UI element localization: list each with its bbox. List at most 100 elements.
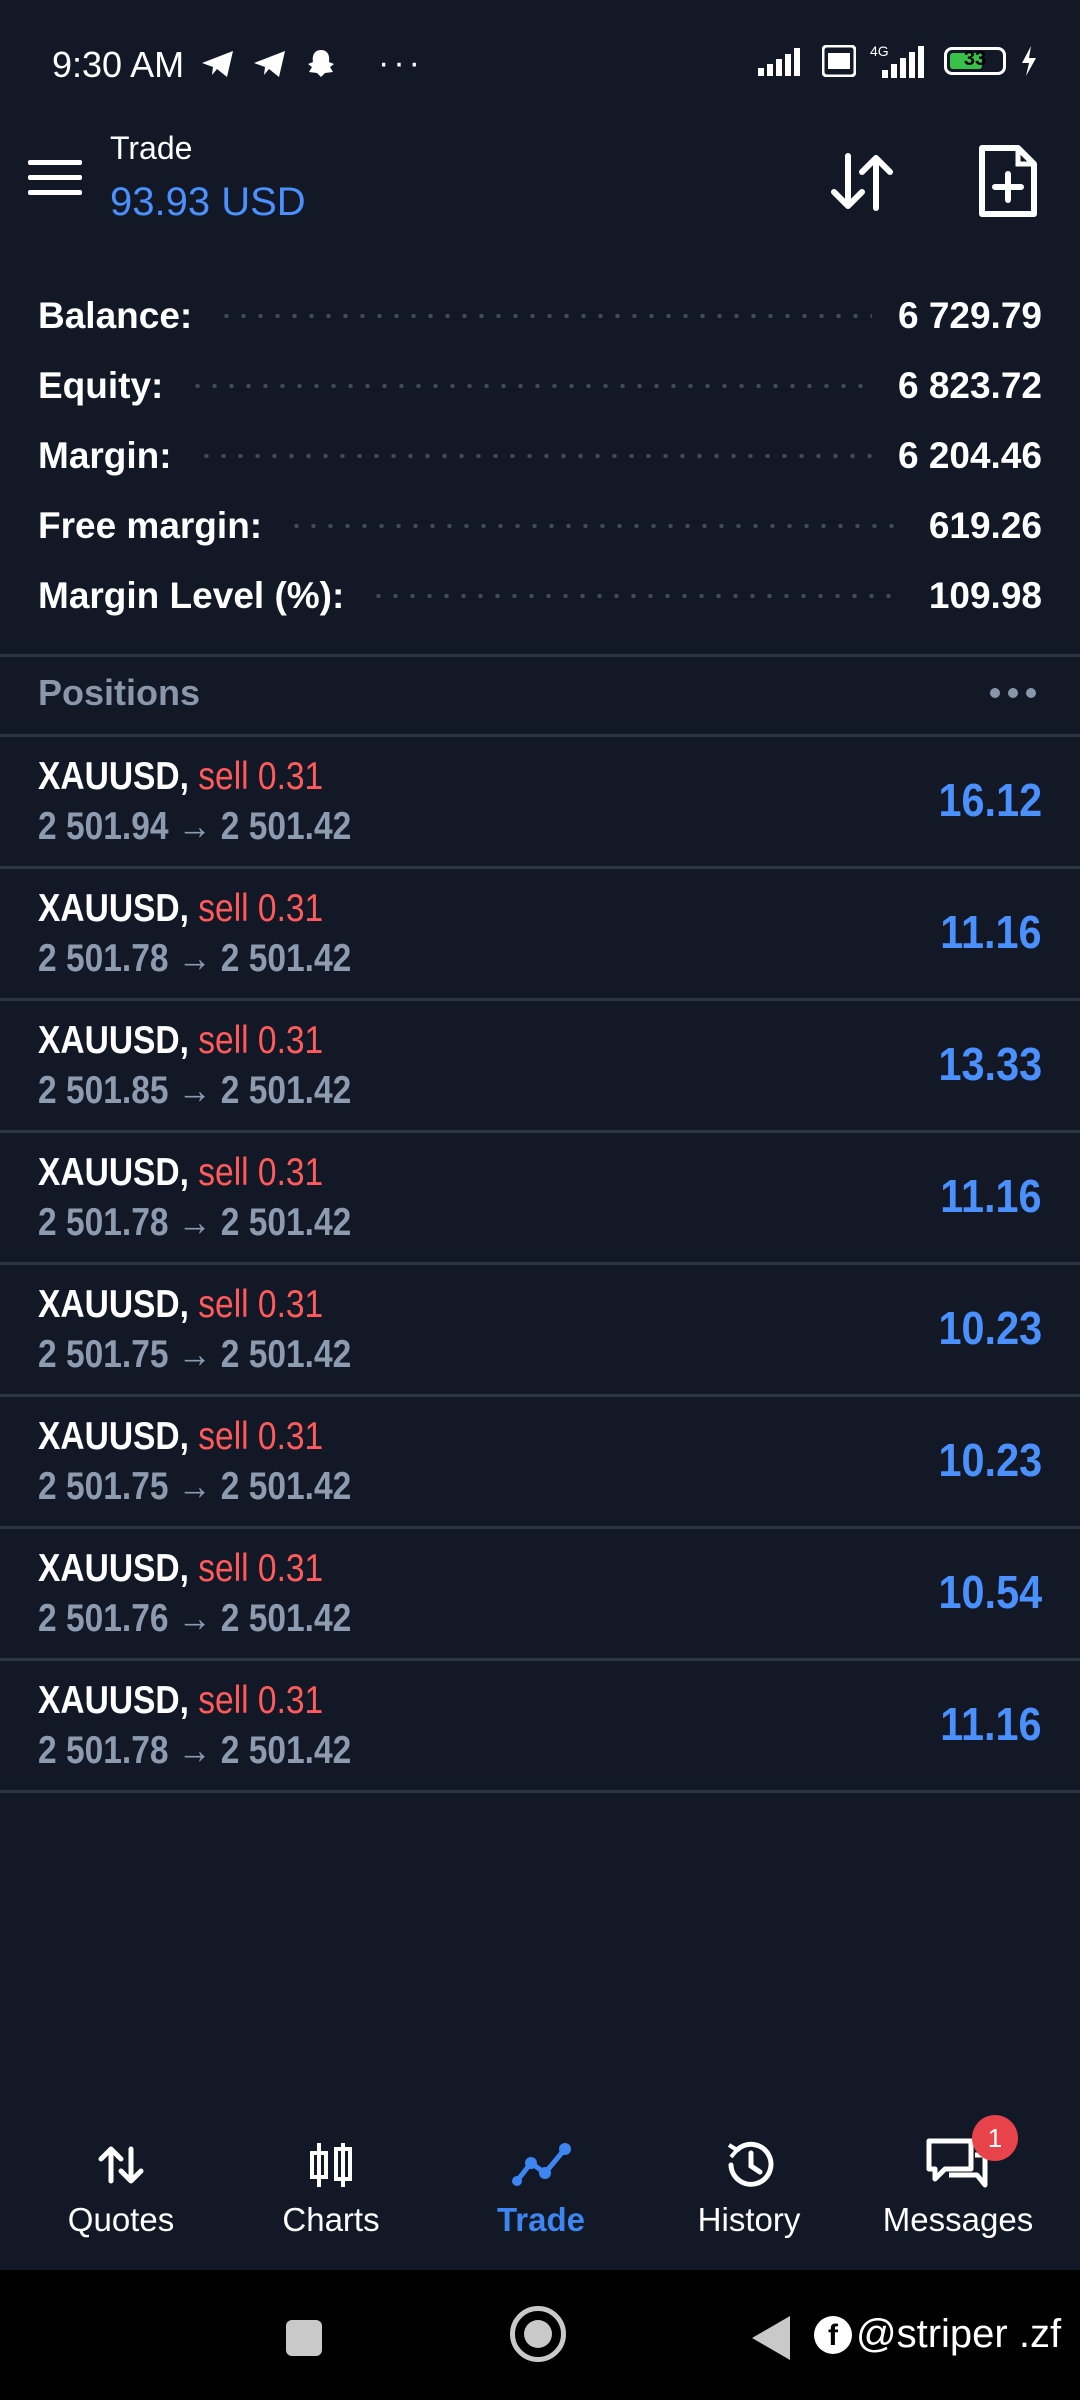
position-row[interactable]: XAUUSD, sell 0.31 2 501.78 → 2 501.42 11…: [0, 1661, 1080, 1793]
candlestick-icon: [310, 2143, 352, 2187]
position-symbol: XAUUSD, sell 0.31: [38, 1019, 323, 1063]
position-profit: 11.16: [940, 1170, 1042, 1222]
position-side: sell 0.31: [198, 1415, 324, 1458]
position-row[interactable]: XAUUSD, sell 0.31 2 501.85 → 2 501.42 13…: [0, 1001, 1080, 1133]
nav-label: Messages: [882, 2201, 1034, 2238]
new-document-icon: [979, 145, 1037, 217]
messages-badge: 1: [972, 2115, 1018, 2161]
position-prices: 2 501.76 → 2 501.42: [38, 1597, 352, 1640]
divider: [0, 654, 1080, 657]
position-profit: 10.23: [938, 1434, 1042, 1486]
position-row[interactable]: XAUUSD, sell 0.31 2 501.78 → 2 501.42 11…: [0, 869, 1080, 1001]
back-icon[interactable]: [752, 2316, 790, 2360]
nav-quotes[interactable]: Quotes: [21, 2135, 221, 2265]
new-order-button[interactable]: [972, 142, 1044, 222]
position-symbol: XAUUSD, sell 0.31: [38, 1415, 323, 1459]
position-prices: 2 501.94 → 2 501.42: [38, 805, 352, 848]
nav-messages[interactable]: Messages: [858, 2135, 1058, 2265]
battery-level: 33: [963, 48, 987, 70]
position-symbol: XAUUSD, sell 0.31: [38, 1283, 323, 1327]
nav-history[interactable]: History: [649, 2135, 849, 2265]
nav-trade[interactable]: Trade: [441, 2135, 641, 2265]
position-symbol: XAUUSD, sell 0.31: [38, 887, 323, 931]
position-profit: 10.54: [938, 1566, 1042, 1618]
position-row[interactable]: XAUUSD, sell 0.31 2 501.75 → 2 501.42 10…: [0, 1265, 1080, 1397]
equity-label: Equity:: [38, 365, 164, 406]
position-prices: 2 501.85 → 2 501.42: [38, 1069, 352, 1112]
position-prices: 2 501.75 → 2 501.42: [38, 1333, 352, 1376]
nav-label: History: [697, 2201, 801, 2238]
positions-more-button[interactable]: [990, 678, 1040, 708]
home-icon-inner: [524, 2320, 552, 2348]
equity-row: Equity: 6 823.72: [38, 356, 1042, 416]
balance-row: Balance: 6 729.79: [38, 286, 1042, 346]
position-profit: 13.33: [938, 1038, 1042, 1090]
position-row[interactable]: XAUUSD, sell 0.31 2 501.76 → 2 501.42 10…: [0, 1529, 1080, 1661]
dot-leader: [189, 384, 872, 388]
symbol-text: XAUUSD,: [38, 887, 189, 930]
free-margin-row: Free margin: 619.26: [38, 496, 1042, 556]
recents-icon[interactable]: [286, 2320, 322, 2356]
dot-leader: [288, 524, 903, 528]
margin-label: Margin:: [38, 435, 172, 476]
trend-icon: [512, 2143, 571, 2186]
charging-icon: [1022, 46, 1036, 76]
nav-label: Charts: [282, 2201, 380, 2238]
nav-charts[interactable]: Charts: [231, 2135, 431, 2265]
svg-text:4G: 4G: [870, 44, 889, 59]
balance-label: Balance:: [38, 295, 193, 336]
page-title: Trade: [110, 130, 193, 166]
symbol-text: XAUUSD,: [38, 1679, 189, 1722]
margin-level-label: Margin Level (%):: [38, 575, 345, 616]
position-profit: 11.16: [940, 906, 1042, 958]
dot-leader: [370, 594, 903, 598]
balance-value: 6 729.79: [897, 295, 1042, 336]
position-side: sell 0.31: [198, 1019, 324, 1062]
position-side: sell 0.31: [198, 1151, 324, 1194]
position-row[interactable]: XAUUSD, sell 0.31 2 501.94 → 2 501.42 16…: [0, 737, 1080, 869]
position-side: sell 0.31: [198, 755, 324, 798]
position-profit: 11.16: [940, 1698, 1042, 1750]
nav-label: Quotes: [67, 2201, 175, 2238]
dot-leader: [197, 454, 872, 458]
snapchat-icon: [308, 49, 334, 77]
more-status-icon: ···: [378, 44, 424, 82]
symbol-text: XAUUSD,: [38, 1415, 189, 1458]
position-side: sell 0.31: [198, 1547, 324, 1590]
symbol-text: XAUUSD,: [38, 1151, 189, 1194]
position-row[interactable]: XAUUSD, sell 0.31 2 501.75 → 2 501.42 10…: [0, 1397, 1080, 1529]
position-symbol: XAUUSD, sell 0.31: [38, 755, 323, 799]
symbol-text: XAUUSD,: [38, 1547, 189, 1590]
equity-value: 6 823.72: [897, 365, 1042, 406]
symbol-text: XAUUSD,: [38, 755, 189, 798]
position-side: sell 0.31: [198, 1283, 324, 1326]
nav-label: Trade: [496, 2201, 586, 2238]
position-symbol: XAUUSD, sell 0.31: [38, 1679, 323, 1723]
position-prices: 2 501.78 → 2 501.42: [38, 1201, 352, 1244]
4g-signal-icon: 4G: [870, 44, 924, 78]
position-symbol: XAUUSD, sell 0.31: [38, 1547, 323, 1591]
position-row[interactable]: XAUUSD, sell 0.31 2 501.78 → 2 501.42 11…: [0, 1133, 1080, 1265]
symbol-text: XAUUSD,: [38, 1283, 189, 1326]
sort-button[interactable]: [822, 142, 902, 222]
more-dots-icon: [990, 688, 1000, 698]
watermark: f @striper .zf: [814, 2312, 1061, 2357]
hamburger-icon: [28, 160, 82, 165]
position-profit: 16.12: [938, 774, 1042, 826]
arrows-updown-icon: [98, 2146, 144, 2184]
margin-row: Margin: 6 204.46: [38, 426, 1042, 486]
status-time: 9:30 AM: [52, 44, 185, 85]
position-prices: 2 501.78 → 2 501.42: [38, 1729, 352, 1772]
free-margin-label: Free margin:: [38, 505, 263, 546]
position-side: sell 0.31: [198, 887, 324, 930]
volte-icon: [822, 45, 856, 77]
status-left-icons: ···: [200, 44, 424, 83]
telegram-icon: [254, 50, 285, 77]
status-right-icons: 4G 33: [758, 44, 1038, 78]
margin-value: 6 204.46: [897, 435, 1042, 476]
signal-icon: [758, 48, 800, 76]
position-symbol: XAUUSD, sell 0.31: [38, 1151, 323, 1195]
menu-button[interactable]: [28, 160, 82, 200]
free-margin-value: 619.26: [928, 505, 1042, 546]
sort-arrows-icon: [831, 153, 893, 211]
